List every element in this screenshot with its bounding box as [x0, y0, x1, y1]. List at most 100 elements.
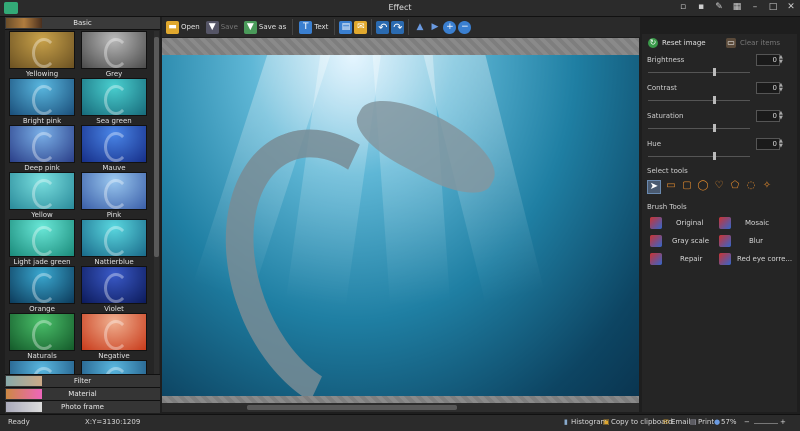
- effects-scrollbar[interactable]: [154, 31, 159, 387]
- contrast-slider[interactable]: [648, 100, 750, 101]
- effect-thumbnail[interactable]: Nattierblue: [81, 219, 147, 266]
- zoom-slider[interactable]: [754, 423, 778, 424]
- brush-original-button[interactable]: Original: [650, 217, 703, 229]
- contrast-spinner-icon[interactable]: ▲ ▼: [779, 83, 784, 93]
- save-as-label: Save as: [258, 23, 287, 31]
- speech-bubble-select-icon[interactable]: ◌: [745, 180, 757, 192]
- status-bar: Ready X:Y=3130:1209 ▮ Histogram ▣ Copy t…: [0, 414, 800, 431]
- brightness-spinner-icon[interactable]: ▲ ▼: [779, 55, 784, 65]
- effect-thumbnail[interactable]: Sea green: [81, 78, 147, 125]
- rounded-rect-select-icon[interactable]: ▢: [681, 180, 693, 192]
- maximize-icon[interactable]: □: [768, 2, 778, 13]
- dolphin-photo[interactable]: [162, 55, 639, 396]
- saturation-slider[interactable]: [648, 128, 750, 129]
- close-icon[interactable]: ✕: [786, 2, 796, 13]
- heart-select-icon[interactable]: ♡: [713, 180, 725, 192]
- pen-icon[interactable]: ✎: [714, 2, 724, 13]
- clear-items-label: Clear items: [740, 39, 780, 47]
- saturation-spinner-icon[interactable]: ▲ ▼: [779, 111, 784, 121]
- effect-preview-image: [9, 125, 75, 163]
- basic-section-header[interactable]: Basic: [5, 17, 160, 30]
- clear-items-button[interactable]: ▭ Clear items: [726, 38, 780, 48]
- open-button[interactable]: ▬ Open: [164, 18, 202, 36]
- save-as-button[interactable]: ▼ Save as: [242, 18, 288, 36]
- rect-select-icon[interactable]: ▭: [665, 180, 677, 192]
- saturation-value[interactable]: 0: [756, 110, 780, 122]
- effect-thumbnail[interactable]: Yellowing: [9, 31, 75, 78]
- effect-thumbnail[interactable]: Grey: [81, 31, 147, 78]
- effect-thumbnail[interactable]: Naturals: [9, 313, 75, 360]
- minimize-icon[interactable]: –: [750, 2, 760, 13]
- undo-icon[interactable]: ↶: [376, 20, 390, 34]
- hue-spinner-icon[interactable]: ▲ ▼: [779, 139, 784, 149]
- effect-preview-image: [81, 313, 147, 351]
- effect-thumbnail[interactable]: Yellow: [9, 172, 75, 219]
- saturation-slider-knob[interactable]: [713, 124, 716, 132]
- text-label: Text: [314, 23, 329, 31]
- ellipse-select-icon[interactable]: ◯: [697, 180, 709, 192]
- effect-preview-image: [9, 31, 75, 69]
- email-icon[interactable]: ✉: [354, 20, 368, 34]
- effect-thumbnail-grid: Yellowing Grey Bright pink Sea green Deep pi…: [7, 31, 153, 387]
- repair-brush-icon: [650, 253, 662, 265]
- effect-thumbnail[interactable]: Bright pink: [9, 78, 75, 125]
- polygon-select-icon[interactable]: ⬠: [729, 180, 741, 192]
- effect-thumbnail[interactable]: Deep pink: [9, 125, 75, 172]
- redo-icon[interactable]: ↷: [391, 20, 405, 34]
- status-ready: Ready: [8, 418, 30, 426]
- brush-red-eye-button[interactable]: Red eye corre...: [719, 253, 792, 265]
- select-tools-row: ➤ ▭ ▢ ◯ ♡ ⬠ ◌ ✧: [647, 180, 773, 194]
- histogram-button[interactable]: Histogram: [571, 418, 607, 426]
- zoom-in-icon[interactable]: +: [443, 20, 457, 34]
- print-status-button[interactable]: Print: [698, 418, 714, 426]
- zoom-out-icon[interactable]: −: [458, 20, 472, 34]
- filter-section-header[interactable]: Filter: [5, 374, 160, 387]
- effect-thumbnail[interactable]: Orange: [9, 266, 75, 313]
- effect-thumbnail[interactable]: Mauve: [81, 125, 147, 172]
- zoom-out-status-icon[interactable]: −: [744, 418, 750, 426]
- hue-slider[interactable]: [648, 156, 750, 157]
- adjustments-panel: ↻ Reset image ▭ Clear items Brightness 0…: [642, 34, 797, 412]
- contrast-slider-knob[interactable]: [713, 96, 716, 104]
- brush-repair-button[interactable]: Repair: [650, 253, 702, 265]
- brush-mosaic-button[interactable]: Mosaic: [719, 217, 769, 229]
- email-status-button[interactable]: Email: [671, 418, 690, 426]
- effect-thumbnail[interactable]: Pink: [81, 172, 147, 219]
- canvas-horizontal-scrollbar[interactable]: [162, 403, 639, 412]
- brightness-slider[interactable]: [648, 72, 750, 73]
- contrast-value[interactable]: 0: [756, 82, 780, 94]
- document-icon[interactable]: ▫: [678, 2, 688, 13]
- zoom-in-status-icon[interactable]: +: [780, 418, 786, 426]
- save-label: Save: [220, 23, 238, 31]
- save-button[interactable]: ▼ Save: [204, 18, 240, 36]
- flip-vertical-icon[interactable]: ▲: [413, 21, 426, 34]
- magic-wand-icon[interactable]: ✧: [761, 180, 773, 192]
- effect-preview-image: [81, 219, 147, 257]
- image-icon[interactable]: ▪: [696, 2, 706, 13]
- text-button[interactable]: T Text: [297, 18, 330, 36]
- brightness-label: Brightness: [647, 56, 685, 64]
- clipboard-icon: ▣: [603, 418, 610, 426]
- layers-icon[interactable]: ▦: [732, 2, 742, 13]
- material-section-header[interactable]: Material: [5, 387, 160, 400]
- effects-scrollbar-thumb[interactable]: [154, 37, 159, 257]
- mosaic-brush-icon: [719, 217, 731, 229]
- effect-thumbnail[interactable]: Light jade green: [9, 219, 75, 266]
- histogram-icon: ▮: [564, 418, 568, 426]
- effect-thumbnail[interactable]: Negative: [81, 313, 147, 360]
- reset-image-button[interactable]: ↻ Reset image: [648, 38, 706, 48]
- brightness-value[interactable]: 0: [756, 54, 780, 66]
- photo-frame-section-header[interactable]: Photo frame: [5, 400, 160, 413]
- effect-thumbnail[interactable]: Violet: [81, 266, 147, 313]
- brush-blur-button[interactable]: Blur: [719, 235, 763, 247]
- hue-value[interactable]: 0: [756, 138, 780, 150]
- flip-horizontal-icon[interactable]: ▶: [428, 21, 441, 34]
- pointer-tool-icon[interactable]: ➤: [647, 180, 661, 194]
- effect-thumbnail-label: Mauve: [102, 164, 126, 172]
- brightness-slider-knob[interactable]: [713, 68, 716, 76]
- canvas-scrollbar-thumb[interactable]: [247, 405, 457, 410]
- hue-slider-knob[interactable]: [713, 152, 716, 160]
- image-canvas[interactable]: [162, 38, 639, 403]
- print-icon[interactable]: ▤: [339, 20, 353, 34]
- brush-grayscale-button[interactable]: Gray scale: [650, 235, 709, 247]
